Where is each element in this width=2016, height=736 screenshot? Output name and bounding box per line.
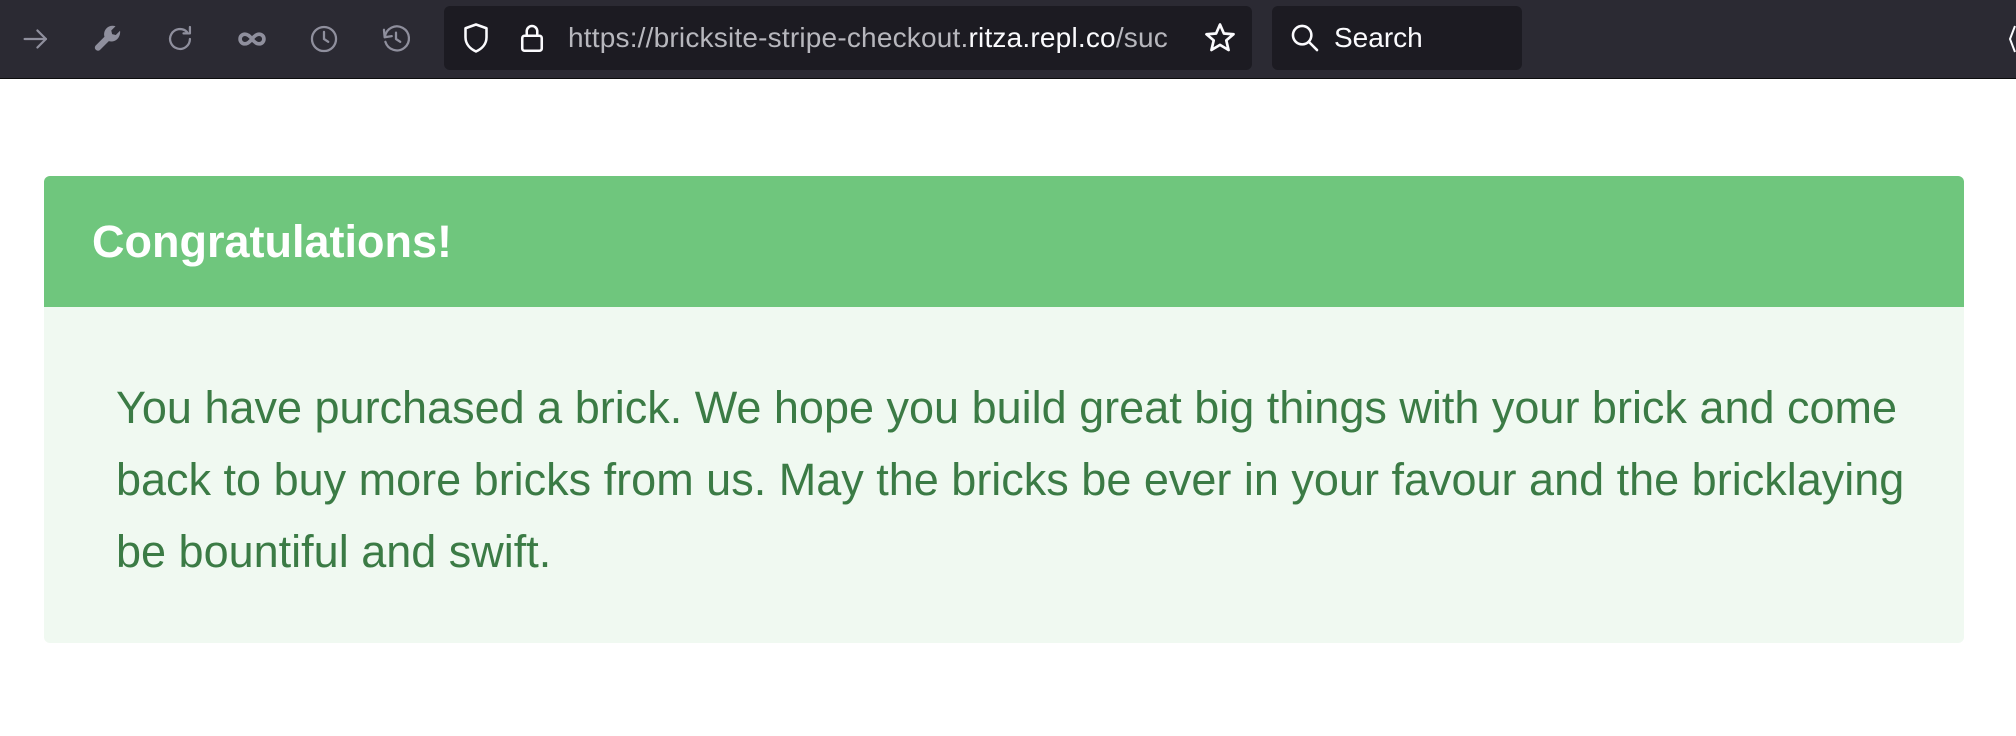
clock-icon — [310, 25, 338, 53]
toolbar-overflow-icon[interactable] — [2006, 22, 2016, 56]
search-label: Search — [1334, 22, 1423, 53]
browser-toolbar: https://bricksite-stripe-checkout.ritza.… — [0, 0, 2016, 79]
url-host: ritza.repl.co — [968, 22, 1116, 53]
shield-icon[interactable] — [458, 20, 494, 56]
url-prefix: https://bricksite-stripe-checkout. — [568, 22, 969, 53]
arrow-right-icon — [23, 29, 48, 49]
reload-button[interactable] — [160, 19, 200, 59]
url-path: /suc — [1115, 22, 1168, 53]
search-icon — [1291, 24, 1319, 52]
infinity-button[interactable] — [232, 19, 272, 59]
star-icon[interactable] — [1202, 20, 1238, 56]
clock-button[interactable] — [304, 19, 344, 59]
success-alert: Congratulations! You have purchased a br… — [44, 176, 1964, 643]
url-text[interactable]: https://bricksite-stripe-checkout.ritza.… — [568, 6, 1300, 70]
lock-icon[interactable] — [514, 20, 550, 56]
search-box[interactable]: Search — [1272, 6, 1522, 70]
forward-button[interactable] — [16, 19, 56, 59]
alert-message: You have purchased a brick. We hope you … — [116, 382, 1905, 577]
history-button[interactable] — [376, 19, 416, 59]
history-icon — [382, 25, 411, 52]
alert-title: Congratulations! — [92, 216, 452, 267]
infinity-icon — [238, 32, 266, 46]
address-bar[interactable]: https://bricksite-stripe-checkout.ritza.… — [444, 6, 1252, 70]
tools-button[interactable] — [88, 19, 128, 59]
reload-icon — [168, 25, 192, 51]
alert-header: Congratulations! — [44, 176, 1964, 307]
wrench-icon — [94, 25, 121, 51]
